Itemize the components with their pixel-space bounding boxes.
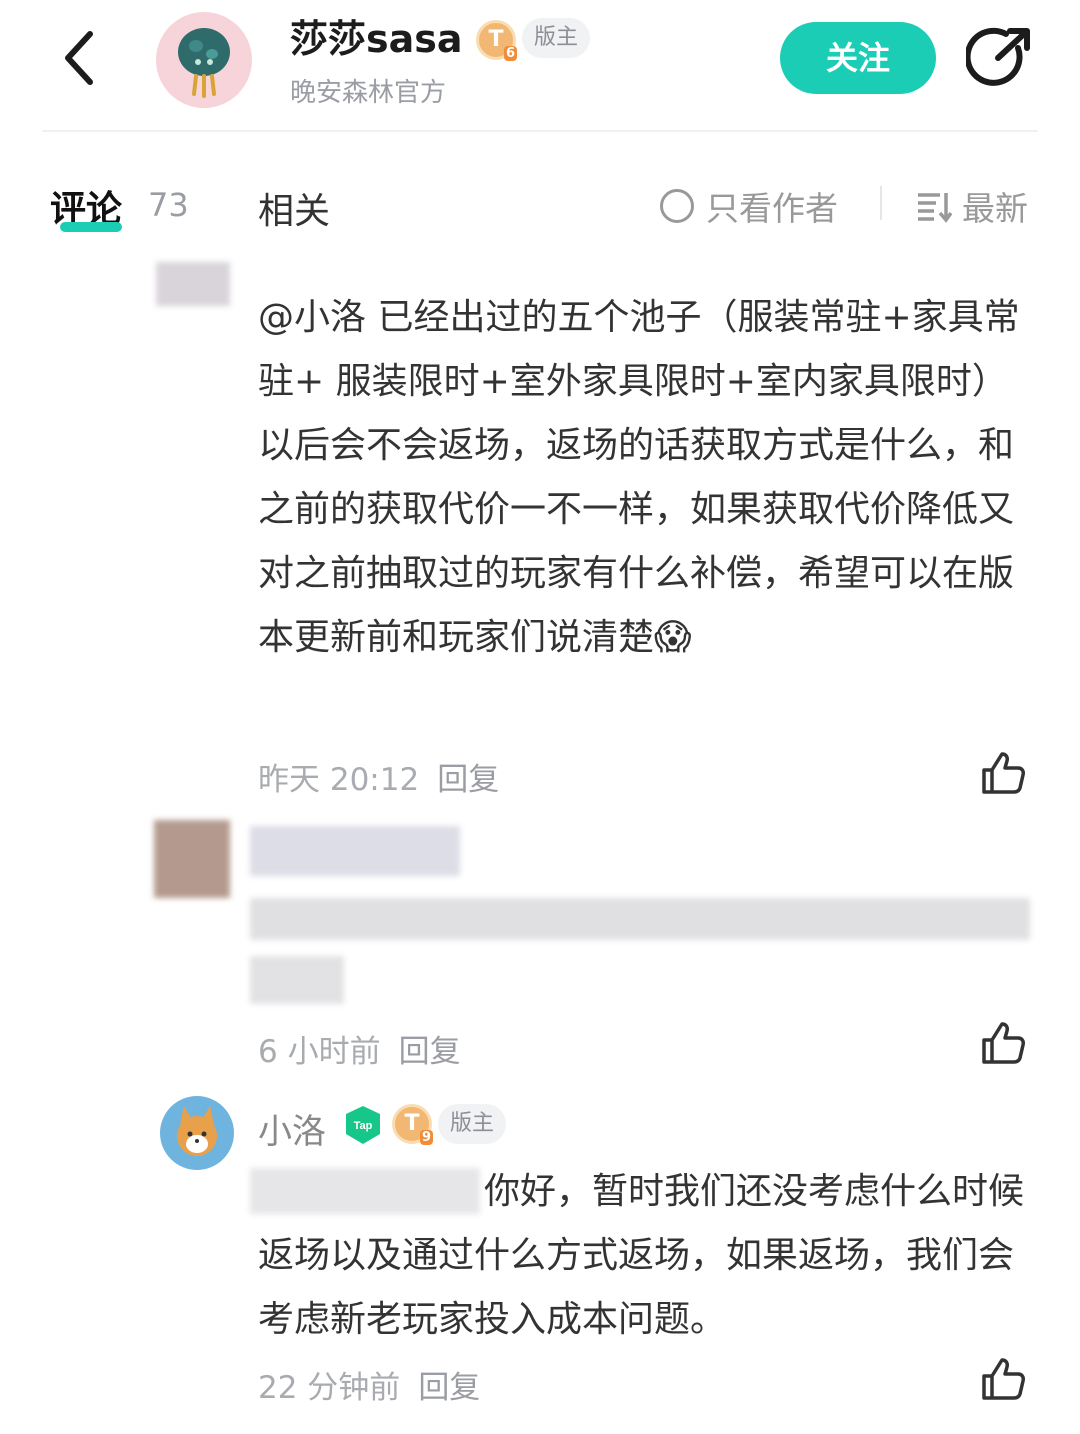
sort-label: 最新 <box>962 189 1028 228</box>
top-bar: 莎莎sasa T 6 版主 晚安森林官方 关注 <box>0 0 1080 132</box>
username-blurred <box>250 826 460 876</box>
comment-time: 昨天 20:12 <box>258 762 420 798</box>
sort-icon <box>918 193 952 223</box>
user-name[interactable]: 莎莎sasa <box>290 14 463 64</box>
avatar[interactable] <box>160 1096 234 1170</box>
tap-badge-icon: Tap <box>346 1106 380 1144</box>
reply-button[interactable]: 回复 <box>418 1370 480 1406</box>
moderator-tag: 版主 <box>438 1104 507 1144</box>
thumbs-up-icon[interactable] <box>980 750 1026 796</box>
comment-tabs: 评论 73 相关 只看作者 最新 <box>0 170 1080 240</box>
avatar-blurred[interactable] <box>154 820 230 898</box>
sort-button[interactable]: 最新 <box>916 182 1028 230</box>
author-only-label: 只看作者 <box>706 189 838 228</box>
thumbs-up-icon[interactable] <box>980 1356 1026 1402</box>
tab-active-indicator <box>60 222 122 232</box>
reply-button[interactable]: 回复 <box>437 762 499 798</box>
corgi-avatar-icon <box>177 1106 217 1156</box>
radio-circle-icon <box>660 189 694 223</box>
reply-time: 22 分钟前 <box>258 1370 401 1406</box>
comment-meta: 6 小时前 回复 <box>258 1026 461 1071</box>
level-number: 9 <box>419 1130 433 1145</box>
svg-text:Tap: Tap <box>354 1120 373 1132</box>
user-subtitle: 晚安森林官方 <box>290 78 447 108</box>
filter-separator <box>880 186 882 220</box>
chevron-left-icon[interactable] <box>58 28 102 88</box>
reply-text: 你好，暂时我们还没考虑什么时候返场以及通过什么方式返场，如果返场，我们会考虑新老… <box>258 1171 1025 1340</box>
avatar[interactable] <box>156 12 252 108</box>
level-letter: T <box>488 27 504 52</box>
reply-meta: 22 分钟前 回复 <box>258 1362 480 1407</box>
comment-time: 6 小时前 <box>258 1034 381 1070</box>
reply-author[interactable]: 小洛 <box>258 1104 326 1153</box>
comment-text: @小洛 已经出过的五个池子（服装常驻+家具常驻+ 服装限时+室外家具限时+室内家… <box>258 297 1020 658</box>
level-number: 6 <box>503 46 517 61</box>
tab-related[interactable]: 相关 <box>258 182 330 234</box>
level-badge: T 6 <box>476 20 517 61</box>
comment-text-blurred <box>250 898 1030 940</box>
avatar-blurred[interactable] <box>156 262 230 306</box>
share-icon[interactable] <box>966 26 1036 90</box>
comment-meta: 昨天 20:12 回复 <box>258 754 499 799</box>
reply-button[interactable]: 回复 <box>399 1034 461 1070</box>
level-badge: T 9 <box>392 1104 433 1145</box>
comment-count: 73 <box>148 186 189 224</box>
comment-text-blurred <box>250 956 344 1004</box>
author-only-toggle[interactable]: 只看作者 <box>660 182 838 230</box>
follow-button[interactable]: 关注 <box>780 22 936 94</box>
thumbs-up-icon[interactable] <box>980 1020 1026 1066</box>
level-letter: T <box>404 1111 420 1136</box>
moderator-tag: 版主 <box>522 18 591 58</box>
header-divider <box>42 130 1038 132</box>
creature-avatar-icon <box>178 28 230 98</box>
